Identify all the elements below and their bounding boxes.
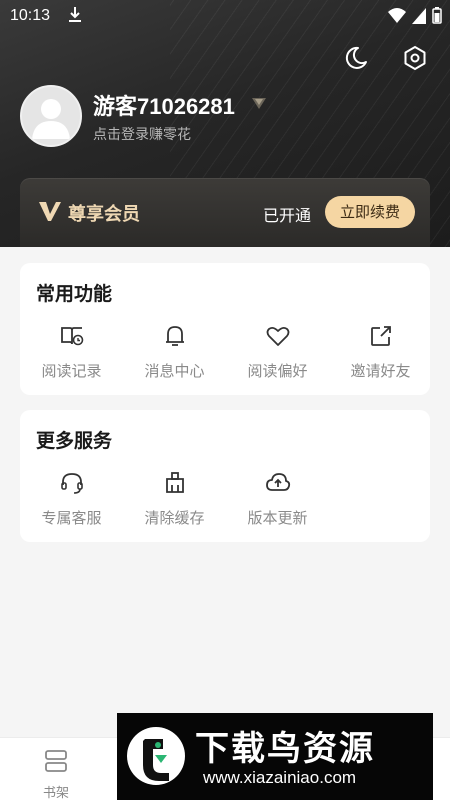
vip-title: 尊享会员: [68, 204, 140, 225]
status-time: 10:13: [10, 7, 51, 24]
wifi-icon: [388, 7, 406, 23]
reading-history-button[interactable]: 阅读记录: [20, 323, 123, 393]
headset-icon: [61, 473, 83, 494]
grid-item-label: 邀请好友: [350, 362, 411, 380]
reading-history-icon: [61, 327, 84, 346]
vip-card[interactable]: 尊享会员 已开通 立即续费: [20, 178, 430, 247]
watermark: 下载鸟资源 www.xiazainiao.com: [117, 713, 433, 800]
settings-icon[interactable]: [401, 44, 429, 72]
clear-cache-button[interactable]: 清除缓存: [123, 470, 226, 540]
grid-item-label: 阅读偏好: [247, 362, 308, 380]
username[interactable]: 游客71026281: [93, 89, 235, 121]
watermark-url: www.xiazainiao.com: [203, 768, 357, 787]
vip-badge-icon: [252, 98, 266, 109]
renew-button[interactable]: 立即续费: [325, 196, 415, 228]
avatar-placeholder-icon: [32, 99, 70, 139]
grid-item-label: 清除缓存: [144, 509, 205, 527]
broom-icon: [166, 472, 184, 493]
grid-item-label: 版本更新: [247, 509, 308, 527]
grid-item-label: 阅读记录: [41, 362, 102, 380]
common-functions-card: 常用功能 阅读记录 消息中心 阅读偏好 邀请好友: [20, 263, 430, 395]
download-icon: [69, 7, 81, 22]
watermark-title: 下载鸟资源: [195, 729, 375, 769]
vip-logo-icon: [39, 202, 61, 221]
bell-icon: [166, 326, 184, 346]
vip-status: 已开通: [263, 206, 312, 225]
nav-item-bookshelf[interactable]: 书架: [26, 744, 86, 801]
grid-item-label: 消息中心: [144, 362, 205, 380]
bookshelf-icon: [45, 750, 67, 772]
customer-service-button[interactable]: 专属客服: [20, 470, 123, 540]
heart-icon: [266, 326, 290, 346]
share-icon: [371, 326, 391, 346]
more-services-card: 更多服务 专属客服 清除缓存 版本更新: [20, 410, 430, 542]
night-mode-icon[interactable]: [342, 44, 370, 72]
grid-item-label: 专属客服: [41, 509, 102, 527]
reading-preference-button[interactable]: 阅读偏好: [226, 323, 329, 393]
section-title: 常用功能: [36, 283, 113, 305]
message-center-button[interactable]: 消息中心: [123, 323, 226, 393]
signal-icon: [412, 7, 426, 24]
status-bar: 10:13: [0, 0, 450, 32]
section-title: 更多服务: [36, 430, 113, 452]
invite-friends-button[interactable]: 邀请好友: [329, 323, 432, 393]
avatar[interactable]: [20, 85, 82, 147]
login-prompt[interactable]: 点击登录赚零花: [93, 124, 191, 144]
battery-icon: [432, 7, 442, 24]
profile-header: 10:13 游客71026281 点击登录赚零花 尊享会员 已开通 立即续费: [0, 0, 450, 247]
nav-item-label: 书架: [42, 786, 69, 801]
version-update-button[interactable]: 版本更新: [226, 470, 329, 540]
cloud-upload-icon: [266, 473, 291, 491]
watermark-logo-icon: [127, 727, 185, 785]
